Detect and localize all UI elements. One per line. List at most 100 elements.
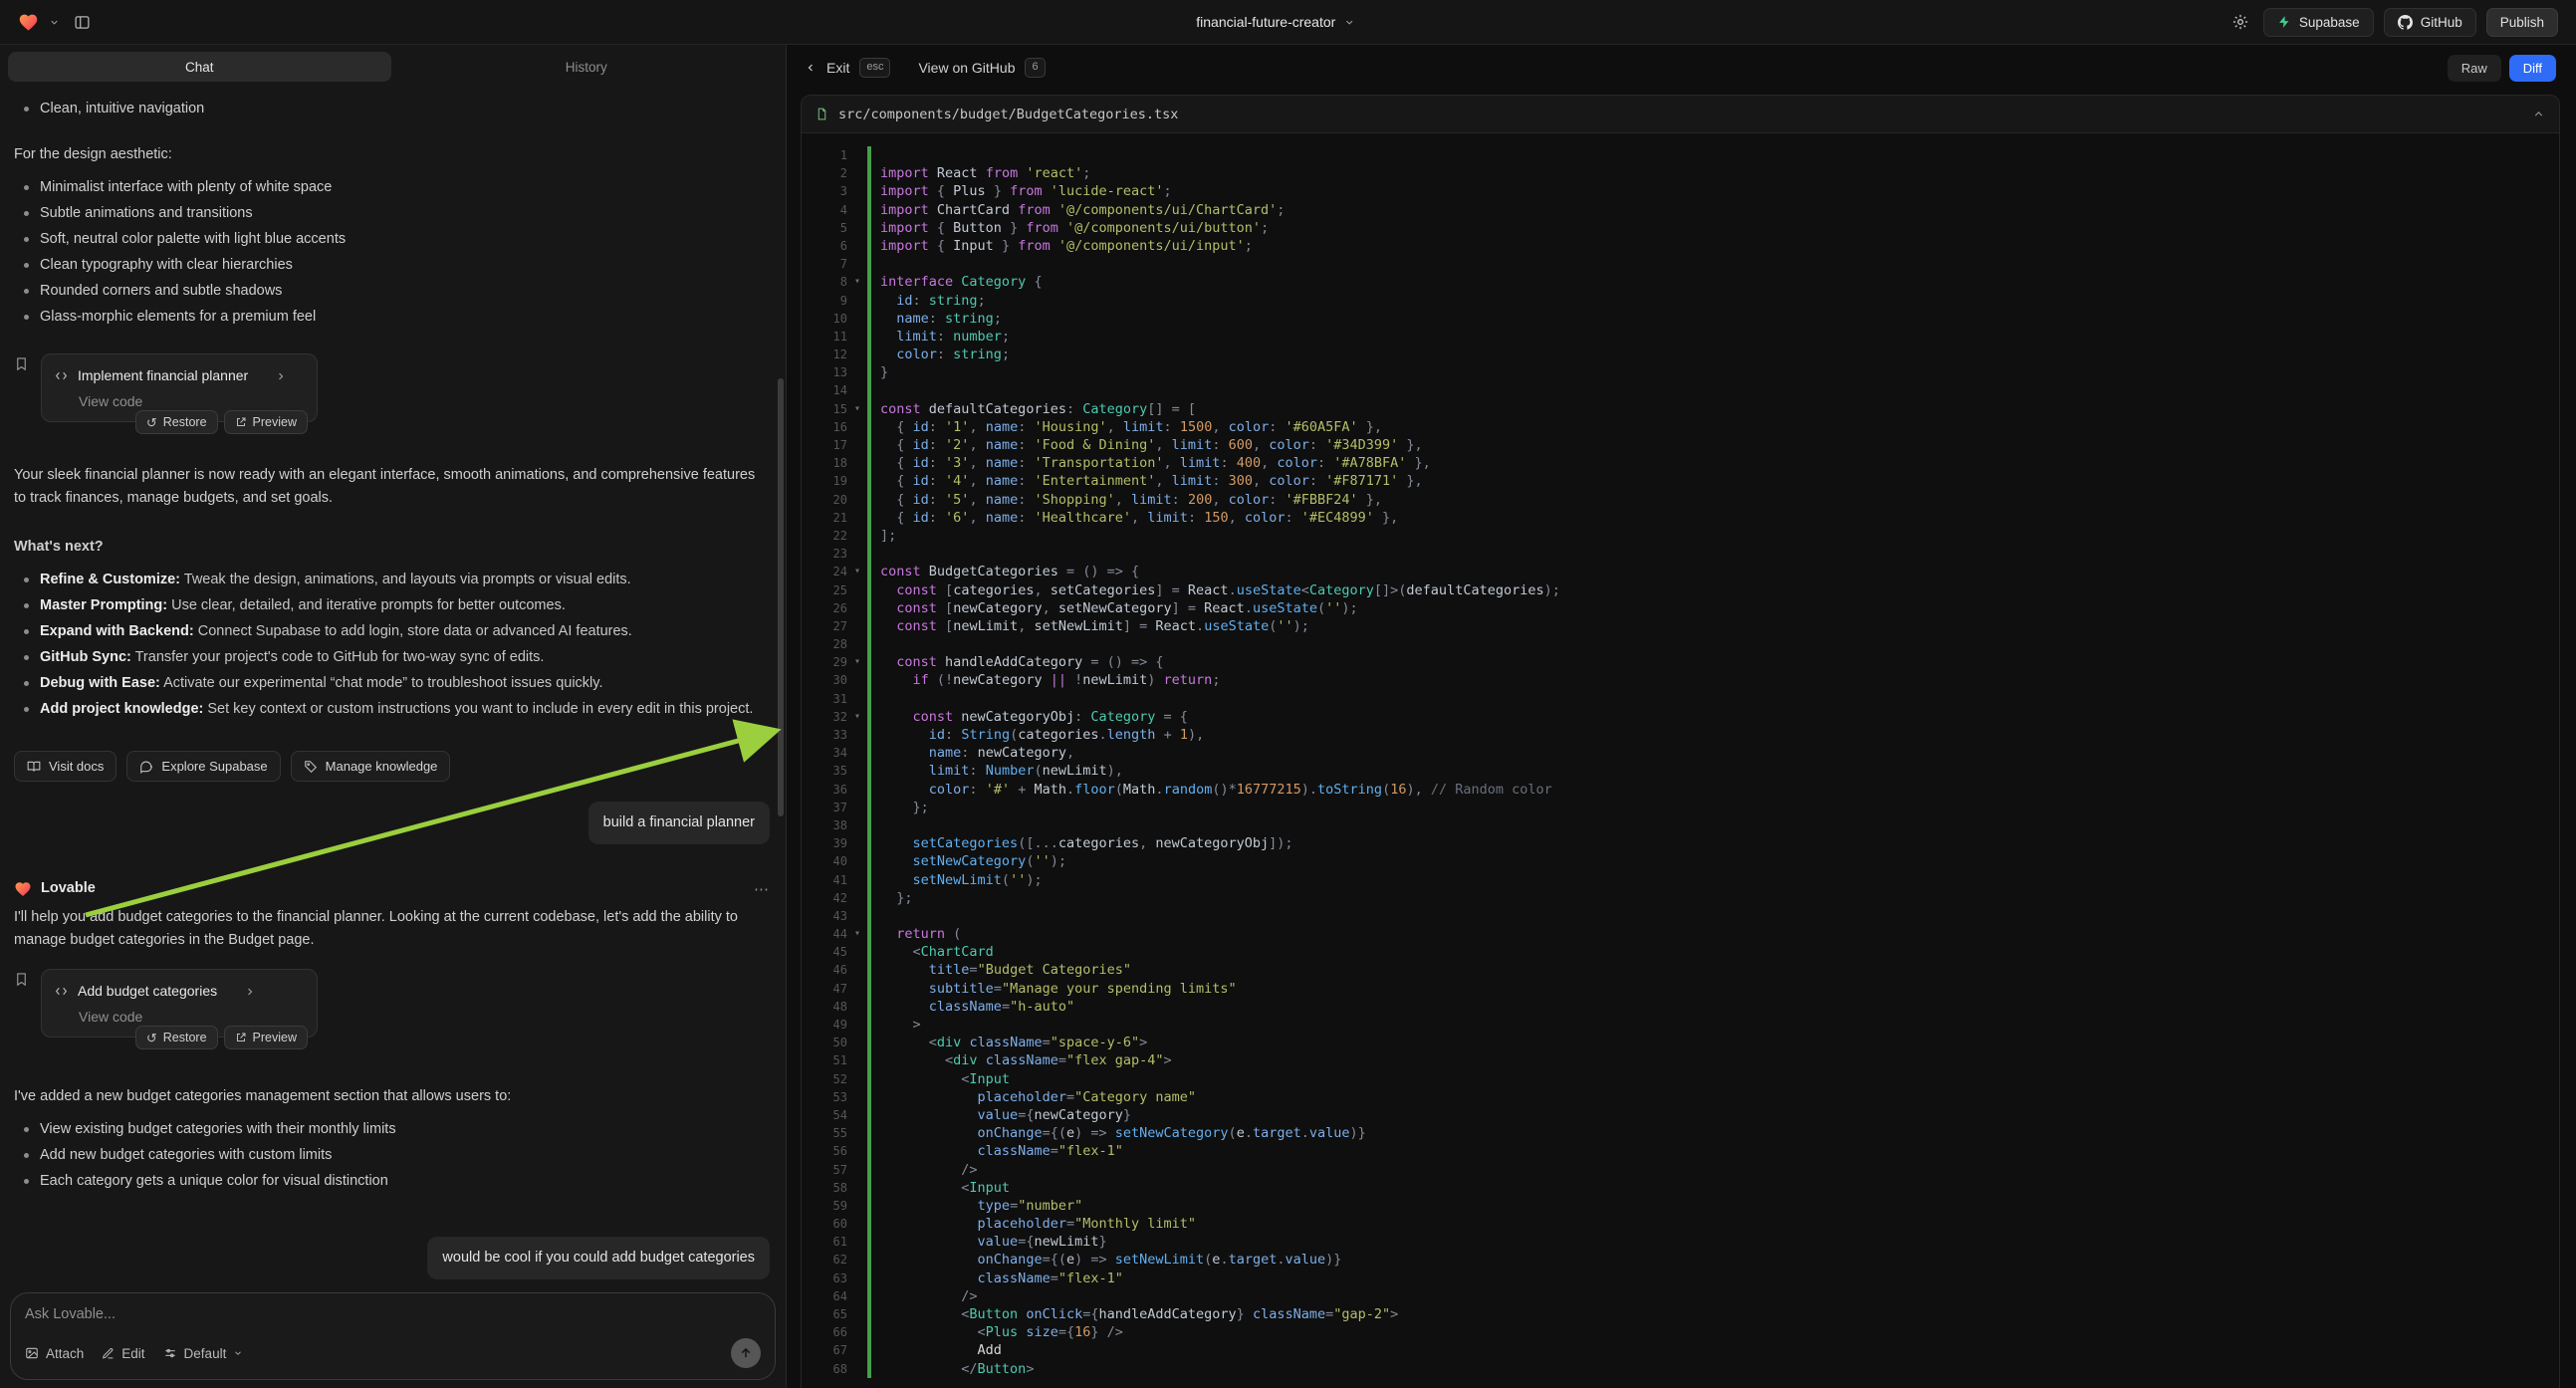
- github-keycap: 6: [1025, 58, 1045, 77]
- restore-button[interactable]: ↺ Restore: [135, 410, 218, 434]
- github-button[interactable]: GitHub: [2384, 8, 2476, 37]
- project-name-dropdown[interactable]: financial-future-creator: [1196, 0, 1354, 44]
- chat-scrollback: Clean, intuitive navigation For the desi…: [0, 86, 786, 1284]
- code-line: 57 />: [802, 1161, 2559, 1179]
- workspace-chevron-down-icon[interactable]: [49, 17, 60, 28]
- settings-gear-icon[interactable]: [2227, 9, 2253, 35]
- bookmark-icon[interactable]: [14, 969, 29, 990]
- arrow-up-icon: [739, 1346, 753, 1360]
- code-line: 54 value={newCategory}: [802, 1106, 2559, 1124]
- whats-next-heading: What's next?: [14, 536, 770, 559]
- code-line: 6import { Input } from '@/components/ui/…: [802, 237, 2559, 255]
- code-line: 2import React from 'react';: [802, 164, 2559, 182]
- assistant-name: Lovable: [41, 877, 96, 900]
- code-line: 66 <Plus size={16} />: [802, 1323, 2559, 1341]
- publish-button[interactable]: Publish: [2486, 8, 2558, 37]
- lovable-logo-heart-icon[interactable]: [18, 12, 39, 33]
- code-editor[interactable]: 12import React from 'react';3import { Pl…: [802, 133, 2559, 1388]
- chat-scrollbar[interactable]: [778, 378, 784, 816]
- attach-button[interactable]: Attach: [25, 1346, 84, 1361]
- collapse-chevron-up-icon[interactable]: [2532, 108, 2545, 120]
- code-line: 56 className="flex-1": [802, 1142, 2559, 1160]
- tab-chat[interactable]: Chat: [8, 52, 391, 82]
- version-card-implement-planner[interactable]: Implement financial planner View code ↺ …: [41, 353, 318, 422]
- edit-button[interactable]: Edit: [102, 1346, 144, 1361]
- chat-tabbar: Chat History: [0, 45, 786, 86]
- external-link-icon: [235, 416, 247, 428]
- bullet-item: View existing budget categories with the…: [40, 1118, 770, 1141]
- view-on-github-label: View on GitHub: [918, 60, 1015, 76]
- bullet-item: Master Prompting: Use clear, detailed, a…: [40, 594, 770, 617]
- chevron-down-icon: [233, 1348, 243, 1358]
- chevron-down-icon: [1343, 17, 1354, 28]
- code-lines: 12import React from 'react';3import { Pl…: [802, 146, 2559, 1378]
- code-line: 16 { id: '1', name: 'Housing', limit: 15…: [802, 418, 2559, 436]
- code-line: 34 name: newCategory,: [802, 744, 2559, 762]
- code-line: 52 <Input: [802, 1070, 2559, 1088]
- code-line: 5import { Button } from '@/components/ui…: [802, 219, 2559, 237]
- code-line: 13}: [802, 363, 2559, 381]
- chevron-left-icon: [805, 62, 817, 74]
- file-path: src/components/budget/BudgetCategories.t…: [838, 107, 1178, 122]
- supabase-label: Supabase: [2299, 15, 2360, 30]
- restore-button[interactable]: ↺ Restore: [135, 1026, 218, 1049]
- code-line: 39 setCategories([...categories, newCate…: [802, 834, 2559, 852]
- code-line: 62 onChange={(e) => setNewLimit(e.target…: [802, 1251, 2559, 1269]
- code-line: 1: [802, 146, 2559, 164]
- visit-docs-label: Visit docs: [49, 759, 104, 774]
- lovable-heart-icon: [14, 880, 32, 898]
- exit-button[interactable]: Exit esc: [805, 58, 890, 77]
- code-line: 35 limit: Number(newLimit),: [802, 762, 2559, 780]
- chat-composer: Attach Edit Default: [10, 1292, 776, 1380]
- code-line: 37 };: [802, 799, 2559, 816]
- exit-label: Exit: [826, 60, 849, 76]
- visit-docs-button[interactable]: Visit docs: [14, 751, 117, 782]
- assistant-reply-intro: I'll help you add budget categories to t…: [14, 906, 770, 952]
- assistant-summary: Your sleek financial planner is now read…: [14, 464, 770, 510]
- restore-label: Restore: [163, 415, 207, 429]
- preview-label: Preview: [253, 1031, 297, 1044]
- manage-knowledge-label: Manage knowledge: [326, 759, 438, 774]
- preview-button[interactable]: Preview: [224, 1026, 308, 1049]
- view-code-link[interactable]: View code: [79, 393, 142, 409]
- restore-icon: ↺: [146, 1032, 157, 1044]
- bullet-item: Add project knowledge: Set key context o…: [40, 698, 770, 721]
- code-line: 40 setNewCategory('');: [802, 852, 2559, 870]
- version-card-row: Add budget categories View code ↺ Restor…: [14, 969, 770, 1038]
- diff-button[interactable]: Diff: [2509, 55, 2556, 82]
- code-line: 58 <Input: [802, 1179, 2559, 1197]
- bookmark-icon[interactable]: [14, 353, 29, 374]
- preview-label: Preview: [253, 415, 297, 429]
- bullet-item: Subtle animations and transitions: [40, 202, 770, 225]
- tab-history[interactable]: History: [395, 52, 779, 82]
- send-button[interactable]: [731, 1338, 761, 1368]
- code-line: 44▾ return (: [802, 925, 2559, 943]
- code-line: 26 const [newCategory, setNewCategory] =…: [802, 599, 2559, 617]
- code-line: 25 const [categories, setCategories] = R…: [802, 581, 2559, 599]
- explore-supabase-button[interactable]: Explore Supabase: [126, 751, 280, 782]
- preview-button[interactable]: Preview: [224, 410, 308, 434]
- supabase-button[interactable]: Supabase: [2263, 8, 2374, 37]
- view-on-github-link[interactable]: View on GitHub 6: [918, 58, 1045, 77]
- message-menu-icon[interactable]: ⋯: [754, 880, 770, 898]
- code-line: 67 Add: [802, 1341, 2559, 1359]
- code-line: 4import ChartCard from '@/components/ui/…: [802, 201, 2559, 219]
- assistant-added-text: I've added a new budget categories manag…: [14, 1085, 770, 1108]
- chat-panel: Chat History Clean, intuitive navigation…: [0, 45, 787, 1388]
- manage-knowledge-button[interactable]: Manage knowledge: [291, 751, 451, 782]
- sidebar-toggle-icon[interactable]: [70, 10, 95, 35]
- mode-selector[interactable]: Default: [163, 1346, 244, 1361]
- code-line: 18 { id: '3', name: 'Transportation', li…: [802, 454, 2559, 472]
- code-line: 32▾ const newCategoryObj: Category = {: [802, 708, 2559, 726]
- user-message: build a financial planner: [588, 802, 770, 844]
- code-line: 61 value={newLimit}: [802, 1233, 2559, 1251]
- code-line: 51 <div className="flex gap-4">: [802, 1051, 2559, 1069]
- version-card-add-budget-categories[interactable]: Add budget categories View code ↺ Restor…: [41, 969, 318, 1038]
- chat-input[interactable]: [25, 1306, 761, 1322]
- raw-button[interactable]: Raw: [2448, 55, 2501, 82]
- topbar: financial-future-creator Supabase GitHub…: [0, 0, 2576, 45]
- view-code-link[interactable]: View code: [79, 1009, 142, 1025]
- code-line: 20 { id: '5', name: 'Shopping', limit: 2…: [802, 491, 2559, 509]
- version-card-title: Implement financial planner: [78, 364, 248, 387]
- design-bullet-list: Minimalist interface with plenty of whit…: [14, 176, 770, 329]
